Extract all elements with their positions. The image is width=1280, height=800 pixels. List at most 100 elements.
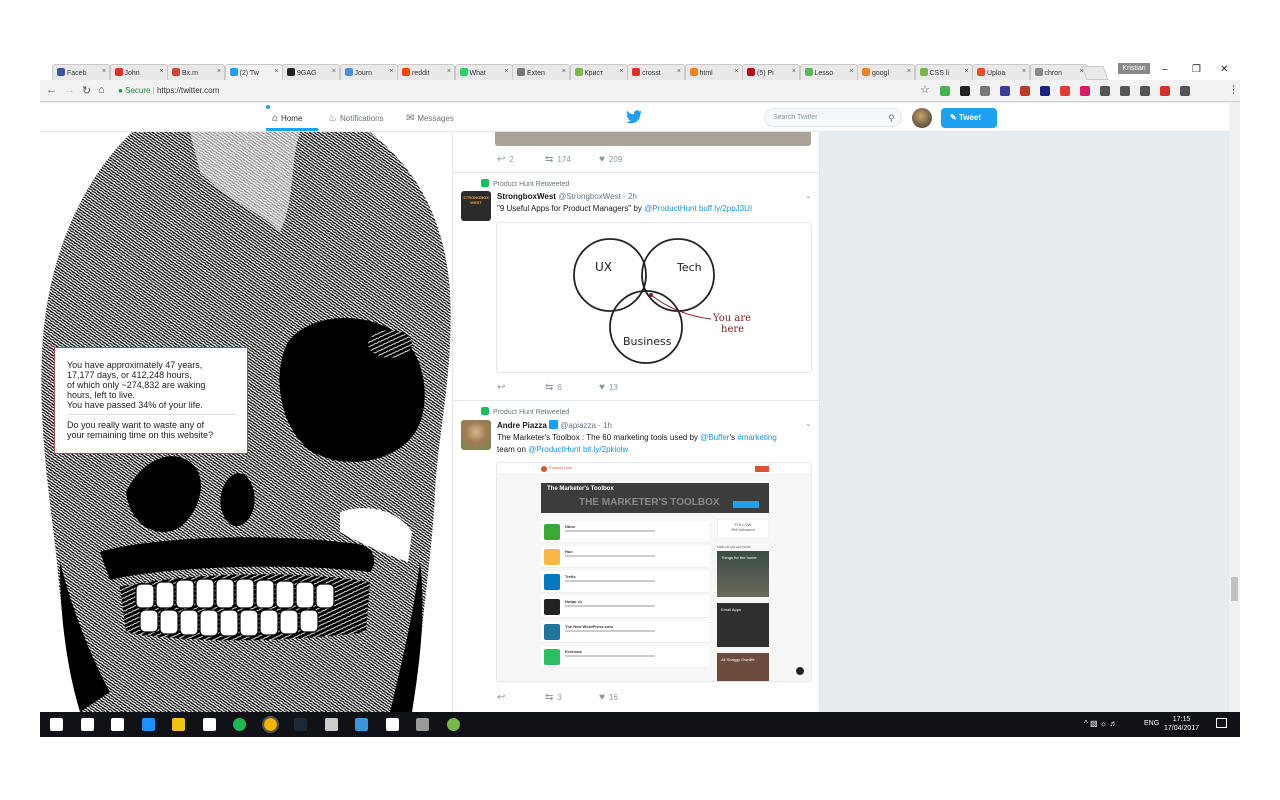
menu-icon[interactable]: ⋮ [1228,83,1239,96]
home-icon[interactable]: ⌂ [98,84,105,96]
extension-icon[interactable] [940,86,950,96]
extension-icon[interactable] [1120,86,1130,96]
tab-close-icon[interactable]: × [504,68,508,75]
tab-close-icon[interactable]: × [447,68,451,75]
extension-icon[interactable] [1000,86,1010,96]
browser-tab[interactable]: Bx.m × [167,64,225,80]
browser-tab[interactable]: John × [109,64,168,80]
tab-close-icon[interactable]: × [964,68,968,75]
mention-link[interactable]: @Buffer [700,433,729,442]
taskbar-app-icon[interactable] [294,718,307,731]
taskbar-app-icon[interactable] [141,718,155,731]
tab-close-icon[interactable]: × [102,68,106,75]
close-window-icon[interactable]: ✕ [1220,64,1228,75]
nav-notifications[interactable]: ♨ Notifications [328,113,384,124]
browser-tab[interactable]: Крист × [569,64,628,80]
chevron-down-icon[interactable]: ⌄ [805,191,812,200]
browser-tab[interactable]: What × [454,64,513,80]
tweet-author[interactable]: StrongboxWest @StrongboxWest · 2h [497,192,637,201]
tweet-link[interactable]: @ProductHunt buff.ly/2ppJ3UI [644,204,752,213]
scrollbar-thumb[interactable] [1231,577,1238,601]
tweet-image-card[interactable]: UX Tech Business You are here [496,222,812,373]
taskbar-app-icon[interactable] [355,718,368,731]
search-icon[interactable]: ⚲ [888,113,895,124]
bookmark-star-icon[interactable]: ☆ [920,83,930,96]
browser-tab[interactable]: 9GAG × [282,64,340,80]
browser-tab[interactable]: crosst × [627,64,685,80]
back-icon[interactable]: ← [46,84,57,96]
like-action[interactable]: ♥ 16 [599,692,618,703]
system-tray[interactable]: ^ ▧ ☼ ♬ [1084,719,1117,728]
hashtag-link[interactable]: #marketing [737,433,777,442]
tweet-image-card[interactable]: Product Hunt The Marketer's Toolbox THE … [496,462,812,682]
retweeted-by[interactable]: Product Hunt Retweeted [481,179,569,188]
search-icon[interactable] [80,718,94,731]
extension-icon[interactable] [1040,86,1050,96]
nav-messages[interactable]: ✉ Messages [406,113,454,124]
browser-tab[interactable]: Uploa × [972,64,1030,80]
extension-icon[interactable] [1160,86,1170,96]
browser-tab[interactable]: (5) Pi × [742,64,800,80]
tab-close-icon[interactable]: × [562,68,566,75]
taskbar-app-icon[interactable] [172,718,185,731]
browser-tab[interactable]: googl × [857,64,915,80]
extension-icon[interactable] [1180,86,1190,96]
nav-home[interactable]: ⌂ Home [272,113,302,124]
tab-close-icon[interactable]: × [389,68,393,75]
extension-icon[interactable] [1100,86,1110,96]
language-indicator[interactable]: ENG [1144,720,1159,727]
notifications-icon[interactable] [1216,718,1227,728]
taskbar-app-icon[interactable] [111,718,124,731]
tab-close-icon[interactable]: × [1022,68,1026,75]
tab-close-icon[interactable]: × [217,68,221,75]
extension-icon[interactable] [1020,86,1030,96]
retweet-action[interactable]: ⇆ 174 [545,154,571,165]
taskbar-app-icon[interactable] [385,718,399,731]
tab-close-icon[interactable]: × [907,68,911,75]
reload-icon[interactable]: ↻ [82,84,91,97]
browser-tab[interactable]: (2) Tw × [224,64,283,80]
taskbar-app-icon[interactable] [416,718,429,731]
tab-close-icon[interactable]: × [677,68,681,75]
retweet-action[interactable]: ⇆ 3 [545,692,562,703]
retweeted-by[interactable]: Product Hunt Retweeted [481,407,569,416]
taskbar-app-icon[interactable] [233,718,246,731]
minimize-icon[interactable]: – [1162,64,1168,75]
forward-icon[interactable]: → [64,84,75,96]
extension-icon[interactable] [980,86,990,96]
browser-tab[interactable]: html × [684,64,743,80]
taskbar-app-icon[interactable] [446,718,460,731]
tab-close-icon[interactable]: × [332,68,336,75]
extension-icon[interactable] [960,86,970,96]
reply-action[interactable]: ↩ 2 [497,154,514,165]
search-input[interactable]: Search Twitter [764,108,902,127]
address-bar[interactable]: ● Secure | https://twitter.com [118,83,918,99]
tab-close-icon[interactable]: × [274,68,278,75]
taskbar-app-icon[interactable] [261,716,279,733]
avatar[interactable]: STRONGBOX WEST [461,191,491,221]
new-tab-button[interactable] [1081,66,1109,80]
tweet-link[interactable]: @ProductHunt bit.ly/2pkiolw [528,445,628,454]
start-icon[interactable] [50,718,63,731]
extension-icon[interactable] [1140,86,1150,96]
browser-tab[interactable]: Faceb × [52,64,110,80]
maximize-icon[interactable]: ❐ [1192,64,1201,75]
tab-close-icon[interactable]: × [619,68,623,75]
taskbar-app-icon[interactable] [202,718,216,731]
extension-icon[interactable] [1060,86,1070,96]
like-action[interactable]: ♥ 13 [599,382,618,393]
extension-icon[interactable] [1080,86,1090,96]
tweet-button[interactable]: ✎ Tweet [941,108,997,128]
reply-action[interactable]: ↩ [497,382,509,393]
twitter-bird-icon[interactable] [626,110,642,124]
like-action[interactable]: ♥ 209 [599,154,622,165]
tab-close-icon[interactable]: × [792,68,796,75]
retweet-action[interactable]: ⇆ 6 [545,382,562,393]
browser-user-badge[interactable]: Kristian [1118,63,1150,74]
avatar[interactable] [461,420,491,450]
tab-close-icon[interactable]: × [159,68,163,75]
taskbar-app-icon[interactable] [324,718,338,731]
tweet-author[interactable]: Andre Piazza @apiazza · 1h [497,420,612,430]
reply-action[interactable]: ↩ [497,692,509,703]
avatar[interactable] [912,108,932,128]
